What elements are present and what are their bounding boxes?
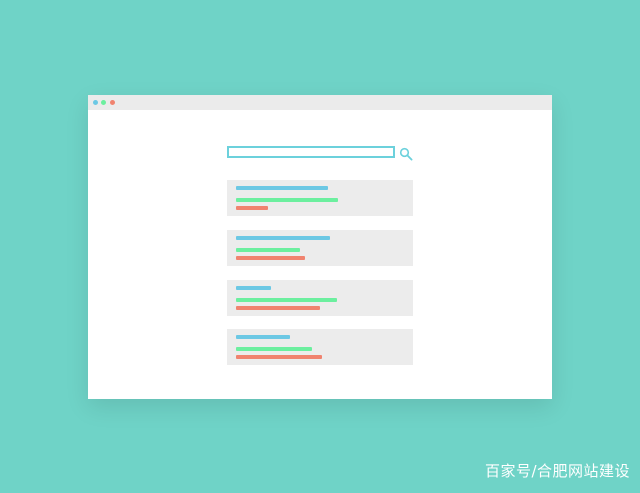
search-result-card[interactable] [227,329,413,365]
search-result-card[interactable] [227,280,413,316]
result-snippet-placeholder [236,355,322,359]
window-control-dot-green[interactable] [101,100,106,105]
result-snippet-placeholder [236,206,268,210]
browser-window [88,95,552,399]
search-input[interactable] [227,146,395,158]
result-title-placeholder [236,335,290,339]
result-snippet-placeholder [236,306,320,310]
result-url-placeholder [236,347,312,351]
window-control-dot-red[interactable] [110,100,115,105]
result-url-placeholder [236,248,300,252]
search-icon[interactable] [399,146,413,161]
search-result-card[interactable] [227,230,413,266]
watermark-text: 百家号/合肥网站建设 [484,462,630,480]
result-url-placeholder [236,198,338,202]
result-url-placeholder [236,298,337,302]
illustration-canvas: 百家号/合肥网站建设 [0,0,640,493]
result-title-placeholder [236,186,328,190]
result-title-placeholder [236,286,271,290]
search-result-card[interactable] [227,180,413,216]
window-control-dot-blue[interactable] [93,100,98,105]
browser-title-bar [88,95,552,110]
result-title-placeholder [236,236,330,240]
result-snippet-placeholder [236,256,305,260]
